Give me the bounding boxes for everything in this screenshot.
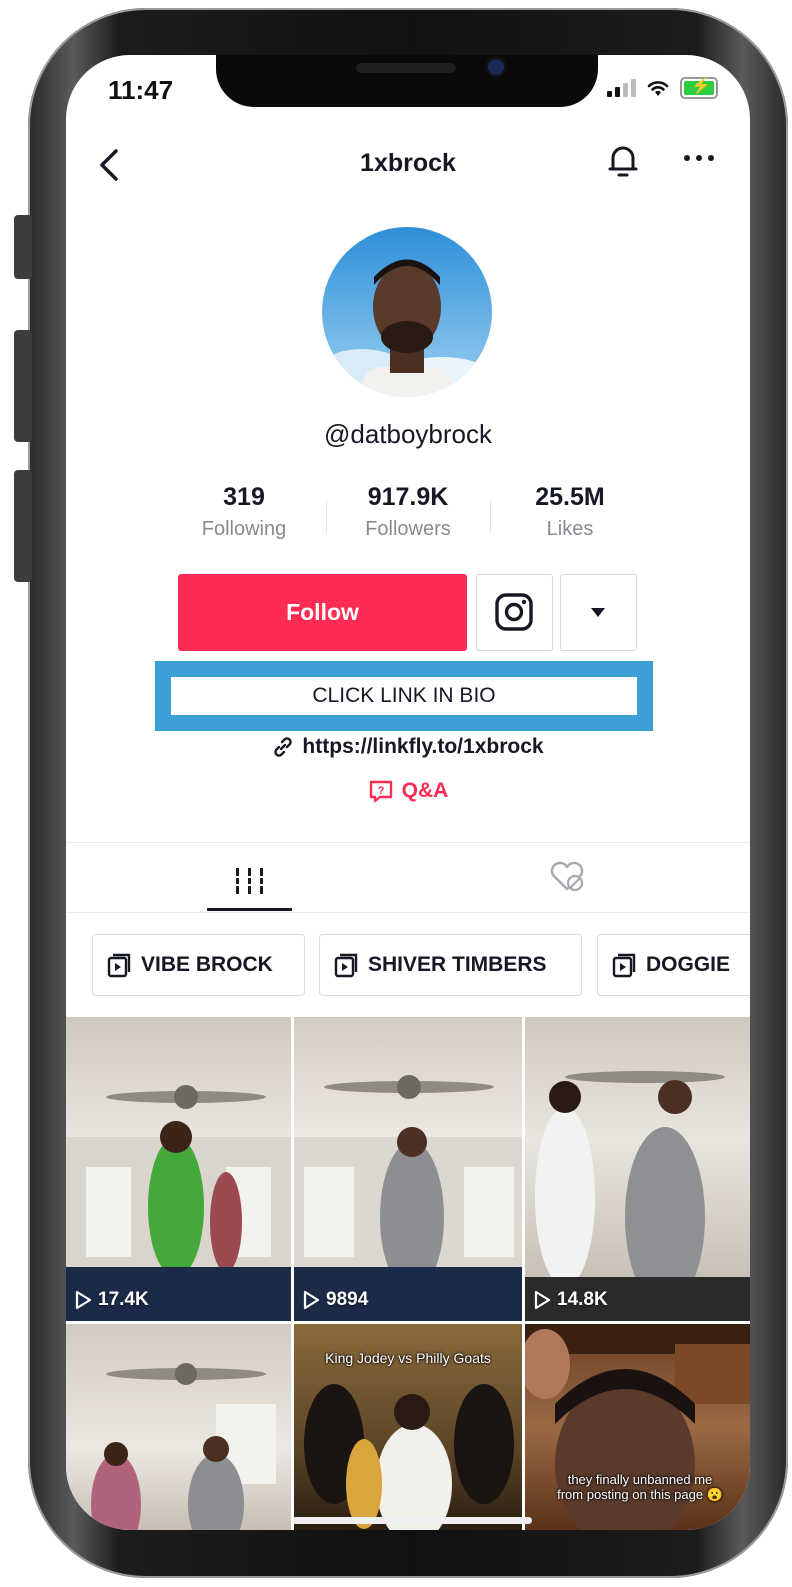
playlist-chip[interactable]: SHIVER TIMBERS — [319, 934, 582, 996]
video-thumbnail[interactable]: King Jodey vs Philly Goats — [294, 1324, 522, 1530]
profile-handle: @datboybrock — [323, 419, 493, 449]
following-label: Following — [201, 518, 287, 540]
play-icon — [303, 1290, 320, 1310]
view-count-text: 14.8K — [557, 1289, 608, 1310]
follow-button[interactable]: Follow — [178, 574, 467, 651]
likes-label: Likes — [546, 518, 594, 540]
caret-down-icon — [591, 608, 605, 617]
active-tab-indicator — [207, 908, 292, 911]
bio-highlight-box: CLICK LINK IN BIO — [155, 661, 653, 731]
home-indicator[interactable] — [292, 1517, 532, 1524]
likes-count: 25.5M — [535, 483, 605, 511]
playlist-chip[interactable]: DOGGIE — [597, 934, 750, 996]
video-thumbnail[interactable] — [66, 1324, 291, 1530]
qa-label: Q&A — [401, 779, 449, 802]
bio-text: CLICK LINK IN BIO — [171, 677, 637, 715]
stat-followers[interactable]: 917.9K Followers — [328, 483, 488, 541]
suggested-accounts-dropdown[interactable] — [560, 574, 637, 651]
header-title: 1xbrock — [360, 149, 456, 177]
bio-link-text: https://linkfly.to/1xbrock — [302, 735, 544, 758]
following-count: 319 — [223, 483, 265, 511]
videos-tab-grid-icon[interactable] — [206, 850, 292, 910]
followers-label: Followers — [365, 518, 451, 540]
view-count: 14.8K — [533, 1289, 608, 1311]
playlist-chip[interactable]: VIBE BROCK — [92, 934, 305, 996]
status-icons: ⚡ — [607, 77, 718, 99]
playlist-icon — [612, 953, 636, 978]
divider — [66, 842, 750, 843]
playlist-label: DOGGIE — [646, 953, 731, 976]
mute-switch — [14, 215, 32, 279]
volume-down-button — [14, 470, 32, 582]
wifi-icon — [647, 81, 669, 96]
video-caption: they finally unbanned me from posting on… — [557, 1472, 723, 1502]
more-options-icon[interactable] — [684, 155, 714, 161]
view-count: 17.4K — [74, 1289, 149, 1311]
stat-likes: 25.5M Likes — [490, 483, 650, 541]
playlist-icon — [334, 953, 358, 978]
instagram-button[interactable] — [476, 574, 553, 651]
divider — [66, 912, 750, 913]
play-icon — [534, 1290, 551, 1310]
svg-text:?: ? — [377, 785, 384, 797]
view-count: 9894 — [302, 1289, 368, 1311]
video-caption: King Jodey vs Philly Goats — [325, 1350, 491, 1366]
link-icon — [274, 737, 293, 757]
bio-link[interactable]: https://linkfly.to/1xbrock — [66, 735, 750, 759]
play-icon — [75, 1290, 92, 1310]
signal-icon — [607, 79, 636, 97]
volume-up-button — [14, 330, 32, 442]
playlist-icon — [107, 953, 131, 978]
playlist-label: VIBE BROCK — [141, 953, 273, 976]
screen: 11:47 ⚡ 1xbrock @datboybrock 319 Followi… — [66, 55, 750, 1530]
bell-icon[interactable] — [606, 141, 640, 181]
stat-divider — [326, 501, 327, 533]
view-count-text: 9894 — [326, 1289, 369, 1310]
notch — [216, 55, 598, 107]
view-count-text: 17.4K — [98, 1289, 149, 1310]
video-thumbnail[interactable]: 14.8K — [525, 1017, 750, 1321]
stat-following[interactable]: 319 Following — [164, 483, 324, 541]
followers-count: 917.9K — [367, 483, 449, 511]
video-thumbnail[interactable]: they finally unbanned me from posting on… — [525, 1324, 750, 1530]
video-thumbnail[interactable]: 17.4K — [66, 1017, 291, 1321]
playlist-label: SHIVER TIMBERS — [368, 953, 547, 976]
video-thumbnail[interactable]: 9894 — [294, 1017, 522, 1321]
instagram-icon — [495, 593, 533, 631]
qa-link[interactable]: ? Q&A — [66, 779, 750, 803]
status-time: 11:47 — [108, 75, 174, 105]
avatar[interactable] — [322, 227, 492, 397]
qa-icon: ? — [369, 780, 392, 803]
battery-icon: ⚡ — [680, 77, 718, 99]
liked-videos-hidden-icon[interactable] — [546, 855, 588, 897]
